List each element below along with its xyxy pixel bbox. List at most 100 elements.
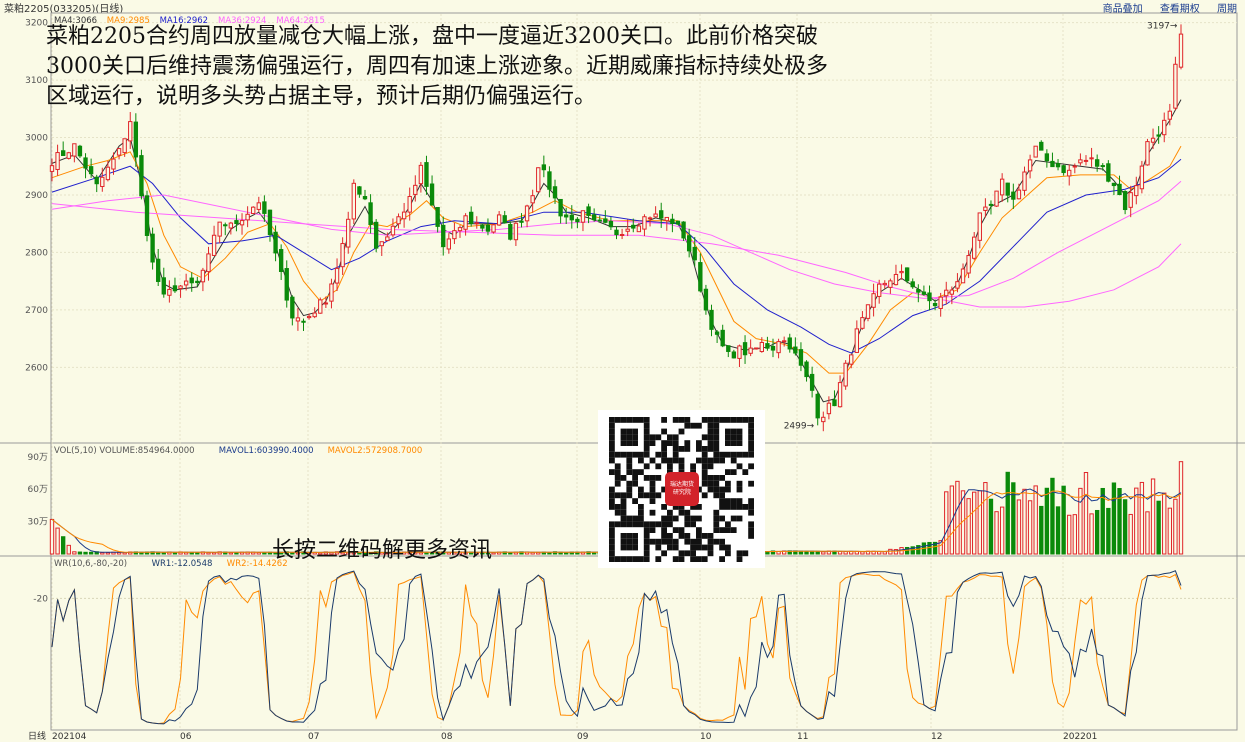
- volume-bar[interactable]: [882, 551, 887, 555]
- volume-bar[interactable]: [1173, 498, 1178, 555]
- candle[interactable]: [318, 297, 323, 314]
- candle[interactable]: [66, 151, 71, 160]
- volume-bar[interactable]: [1094, 509, 1100, 555]
- qr-module: [707, 428, 714, 435]
- volume-bar[interactable]: [83, 551, 88, 555]
- candle-body: [955, 281, 960, 289]
- volume-bar[interactable]: [61, 536, 66, 555]
- volume-bar[interactable]: [877, 551, 882, 555]
- qr-module: [730, 498, 737, 504]
- candle-body: [357, 186, 362, 195]
- candle-body: [55, 152, 60, 170]
- qr-module: [713, 486, 720, 493]
- volume-bar[interactable]: [1162, 492, 1167, 555]
- volume-bar[interactable]: [955, 480, 960, 555]
- candle-body: [290, 296, 295, 319]
- volume-bar[interactable]: [66, 544, 71, 555]
- qr-module: [730, 417, 737, 423]
- volume-bar[interactable]: [105, 552, 111, 555]
- candle[interactable]: [1173, 56, 1178, 111]
- volume-bar[interactable]: [1027, 500, 1033, 555]
- candle[interactable]: [491, 223, 496, 234]
- volume-bar[interactable]: [1061, 485, 1066, 555]
- candle[interactable]: [994, 190, 999, 207]
- volume-bar[interactable]: [1050, 477, 1055, 555]
- volume-bar[interactable]: [983, 482, 988, 555]
- volume-bar[interactable]: [49, 518, 55, 555]
- candle[interactable]: [754, 347, 759, 350]
- volume-bar[interactable]: [944, 491, 949, 555]
- candle[interactable]: [144, 190, 150, 242]
- candle[interactable]: [843, 360, 848, 390]
- candle[interactable]: [536, 167, 541, 193]
- candle[interactable]: [1106, 160, 1111, 183]
- volume-bar[interactable]: [994, 511, 999, 555]
- candle[interactable]: [703, 284, 709, 315]
- qr-code[interactable]: 瑞达期货 研究院: [598, 410, 765, 568]
- volume-bar[interactable]: [843, 551, 848, 555]
- candle[interactable]: [251, 206, 256, 215]
- qr-module: [701, 556, 708, 562]
- volume-bar[interactable]: [927, 541, 932, 555]
- volume-bar[interactable]: [1033, 485, 1038, 555]
- volume-bar[interactable]: [972, 491, 977, 555]
- volume-bar[interactable]: [1044, 487, 1050, 555]
- volume-bar[interactable]: [1167, 507, 1172, 555]
- volume-bar[interactable]: [1156, 500, 1161, 555]
- candle-body: [882, 282, 887, 286]
- volume-bar[interactable]: [837, 550, 843, 555]
- volume-bar[interactable]: [1072, 514, 1077, 555]
- volume-bar[interactable]: [88, 551, 94, 555]
- volume-bar[interactable]: [1145, 511, 1150, 555]
- volume-bar[interactable]: [1122, 499, 1128, 555]
- volume-bar[interactable]: [1111, 482, 1117, 555]
- volume-bar[interactable]: [1022, 488, 1027, 555]
- volume-bar[interactable]: [100, 552, 105, 555]
- volume-bar[interactable]: [1005, 471, 1010, 555]
- candle[interactable]: [1033, 145, 1038, 158]
- candle[interactable]: [865, 304, 871, 322]
- candle[interactable]: [373, 219, 379, 253]
- volume-bar[interactable]: [1089, 513, 1094, 555]
- volume-bar[interactable]: [1078, 487, 1083, 555]
- candle-body: [1156, 134, 1161, 137]
- candle-body: [396, 216, 401, 225]
- volume-bar[interactable]: [564, 552, 569, 555]
- volume-bar[interactable]: [1039, 505, 1044, 555]
- candle[interactable]: [351, 179, 356, 225]
- volume-bar[interactable]: [77, 551, 83, 555]
- qr-module: [667, 538, 673, 545]
- candle[interactable]: [139, 149, 144, 200]
- volume-bar[interactable]: [172, 551, 178, 555]
- candle[interactable]: [77, 144, 83, 158]
- qr-module: [701, 463, 708, 470]
- volume-bar[interactable]: [988, 498, 994, 555]
- volume-bar[interactable]: [55, 527, 60, 555]
- volume-bar[interactable]: [1128, 513, 1133, 555]
- volume-bar[interactable]: [1067, 514, 1072, 555]
- volume-bar[interactable]: [1016, 499, 1022, 555]
- candle[interactable]: [1145, 138, 1150, 166]
- candle[interactable]: [508, 221, 513, 241]
- volume-bar[interactable]: [228, 552, 234, 555]
- volume-bar[interactable]: [977, 490, 982, 555]
- qr-module: [707, 440, 714, 446]
- candle[interactable]: [904, 267, 910, 284]
- volume-bar[interactable]: [1134, 487, 1139, 555]
- volume-bar[interactable]: [1106, 507, 1111, 555]
- volume-bar[interactable]: [860, 551, 865, 555]
- volume-bar[interactable]: [1150, 478, 1156, 555]
- volume-bar[interactable]: [1083, 472, 1089, 555]
- volume-bar[interactable]: [1178, 461, 1184, 555]
- volume-bar[interactable]: [1139, 481, 1145, 555]
- volume-bar[interactable]: [161, 552, 166, 555]
- volume-bar[interactable]: [966, 498, 971, 555]
- volume-bar[interactable]: [72, 551, 77, 555]
- volume-bar[interactable]: [1055, 506, 1061, 555]
- volume-bar[interactable]: [821, 551, 826, 555]
- candle[interactable]: [681, 221, 686, 241]
- candle-body: [575, 218, 580, 223]
- candle-body: [234, 220, 239, 225]
- volume-bar[interactable]: [999, 506, 1005, 555]
- candle[interactable]: [1139, 160, 1145, 194]
